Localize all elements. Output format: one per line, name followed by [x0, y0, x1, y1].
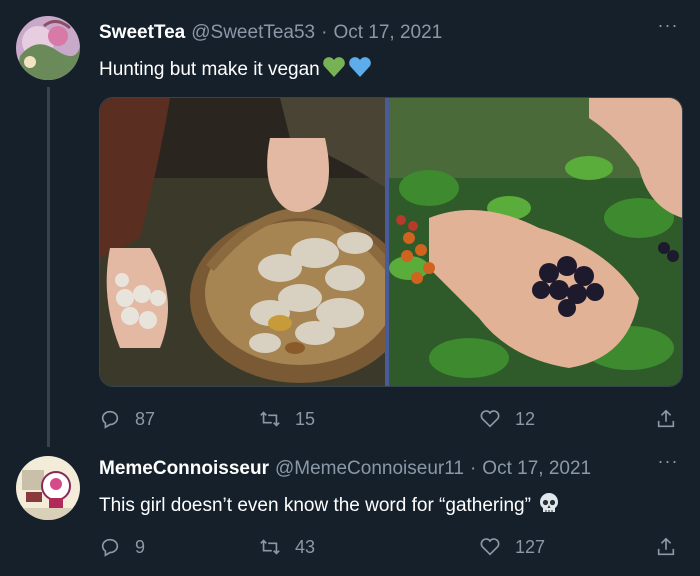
user-handle[interactable]: @SweetTea53: [191, 22, 315, 44]
tweet[interactable]: MemeConnoisseur @MemeConnoiseur11 · Oct …: [0, 450, 700, 576]
tweet-header: SweetTea @SweetTea53 · Oct 17, 2021: [99, 20, 442, 46]
avatar[interactable]: [16, 16, 80, 80]
more-options-icon[interactable]: ···: [656, 452, 680, 476]
share-icon: [657, 409, 675, 428]
reply-count: 87: [135, 408, 156, 429]
more-options-icon[interactable]: ···: [656, 16, 680, 40]
like-count: 12: [515, 408, 536, 429]
user-handle[interactable]: @MemeConnoiseur11: [275, 458, 464, 480]
tweet-date[interactable]: Oct 17, 2021: [482, 458, 591, 480]
like-button[interactable]: 12: [479, 408, 535, 430]
tweet-date[interactable]: Oct 17, 2021: [333, 22, 442, 44]
retweet-icon: [260, 539, 280, 555]
reply-button[interactable]: 87: [99, 408, 155, 430]
blue-heart-icon: [348, 56, 372, 84]
tweet[interactable]: SweetTea @SweetTea53 · Oct 17, 2021 ··· …: [0, 0, 700, 450]
tweet-text: Hunting but make it vegan: [99, 56, 372, 84]
reply-count: 9: [135, 536, 146, 557]
like-count: 127: [515, 536, 546, 557]
separator-dot: ·: [321, 22, 328, 43]
tweet-media[interactable]: [99, 97, 683, 387]
retweet-button[interactable]: 43: [259, 536, 315, 558]
display-name[interactable]: SweetTea: [99, 22, 185, 44]
like-button[interactable]: 127: [479, 536, 545, 558]
tweet-text-body: Hunting but make it vegan: [99, 59, 320, 80]
avatar[interactable]: [16, 456, 80, 520]
retweet-count: 15: [295, 408, 316, 429]
retweet-icon: [260, 411, 280, 427]
reply-icon: [101, 538, 119, 557]
tweet-text: This girl doesn’t even know the word for…: [99, 492, 561, 520]
share-button[interactable]: [655, 408, 677, 430]
tweet-actions: 87 15 12: [99, 404, 681, 434]
reply-button[interactable]: 9: [99, 536, 145, 558]
retweet-button[interactable]: 15: [259, 408, 315, 430]
display-name[interactable]: MemeConnoisseur: [99, 458, 269, 480]
share-icon: [657, 537, 675, 556]
retweet-count: 43: [295, 536, 316, 557]
reply-icon: [101, 410, 119, 429]
mushroom-basket-photo[interactable]: [100, 98, 386, 386]
tweet-header: MemeConnoisseur @MemeConnoiseur11 · Oct …: [99, 456, 591, 482]
heart-icon: [480, 410, 500, 428]
blackberries-photo[interactable]: [389, 98, 682, 386]
share-button[interactable]: [655, 536, 677, 558]
tweet-actions: 9 43 127: [99, 532, 681, 562]
thread-line: [47, 87, 50, 447]
skull-icon: [537, 491, 561, 521]
separator-dot: ·: [469, 458, 477, 479]
heart-icon: [480, 538, 500, 556]
green-heart-icon: [322, 56, 346, 84]
tweet-text-body: This girl doesn’t even know the word for…: [99, 495, 531, 516]
